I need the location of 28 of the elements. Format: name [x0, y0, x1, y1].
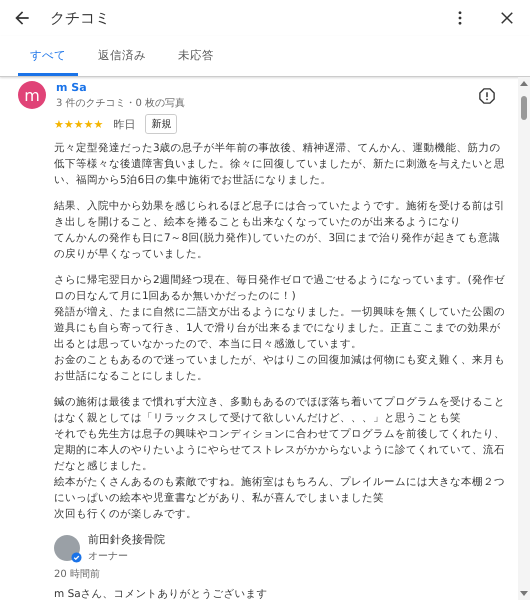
- review-text: てんかんの発作も日に7～8回(脱力発作)していたのが、3回にまで治り発作が起きても意識の戻りが早くなっていました。: [54, 231, 502, 262]
- review-text: さらに帰宅翌日から2週間経つ現在、毎日発作ゼロで過ごせるようになっています。(発作ゼロの日なんて月に1回あるか無いかだったのに！): [54, 273, 506, 304]
- reply-text: m Saさん、コメントありがとうございます: [54, 587, 269, 600]
- reviewer-stats: 3 件のクチコミ・0 枚の写真: [56, 96, 186, 110]
- report-icon[interactable]: [478, 87, 496, 105]
- review-text: 次回も行くのが楽しみです。: [54, 507, 198, 522]
- review-text: 鍼の施術は最後まで慣れず大泣き、多動もあるのでほぼ落ち着いてプログラムを受けることはなく親としては「リラックスして受けて欲しいんだけど、、、」と思うことも笑: [54, 395, 506, 426]
- review-text: それでも先生方は息子の興味やコンディションに合わせてプログラムを前後してくれたり、定期的に本人のやりたいようにやらせてストレスがかからないように診てくれていて、流石だなと感じました。: [54, 427, 506, 474]
- more-options-icon[interactable]: [458, 11, 462, 25]
- page-title: クチコミ: [50, 8, 111, 28]
- review-text: お金のこともあるので迷っていましたが、やはりこの回復加減は何物にも変え難く、来月もお世話になることにしました。: [54, 353, 506, 384]
- star-rating: ★★★★★: [54, 118, 104, 130]
- review-date: 昨日: [113, 116, 136, 132]
- review-text: 元々定型発達だった3歳の息子が半年前の事故後、精神遅滞、てんかん、運動機能、筋力の低下等様々な後遺障害負いました。徐々に回復していましたが、新たに刺激を与えたいと思い、福岡から5泊6日の集中施術でお世話になりました。: [54, 141, 506, 188]
- reviewer-name[interactable]: m Sa: [56, 81, 468, 94]
- filter-tab[interactable]: 返信済み: [86, 40, 158, 76]
- filter-tab[interactable]: すべて: [18, 40, 78, 76]
- owner-role: オーナー: [88, 550, 129, 563]
- review-text: 結果、入院中から効果を感じられるほど息子には合っていたようです。施術を受ける前は引き出しを開けること、絵本を捲ることも出来なくなっていたのが出来るようになり: [54, 199, 506, 230]
- verified-icon: [71, 552, 82, 562]
- reply-time: 20 時間前: [54, 568, 101, 581]
- avatar-circle: m: [18, 81, 46, 109]
- review-text: 発語が増え、たまに自然に二語文が出るようになりました。一切興味を無くしていた公園の遊具にも自ら寄って行き、1人で滑り台が出来るまでになりました。正直ここまでの効果が出るとは思っていなかったので、本当に日々感激しています。: [54, 305, 506, 352]
- scrollbar[interactable]: [518, 77, 530, 600]
- owner-name: 前田針灸接骨院: [88, 532, 166, 547]
- filter-tab[interactable]: 未応答: [166, 40, 226, 76]
- review-text: 絵本がたくさんあるのも素敵ですね。施術室はもちろん、プレイルームには大きな本棚２つにいっぱいの絵本や児童書などがあり、私が喜んでしまいました笑: [54, 475, 506, 506]
- new-badge: 新規: [145, 114, 178, 134]
